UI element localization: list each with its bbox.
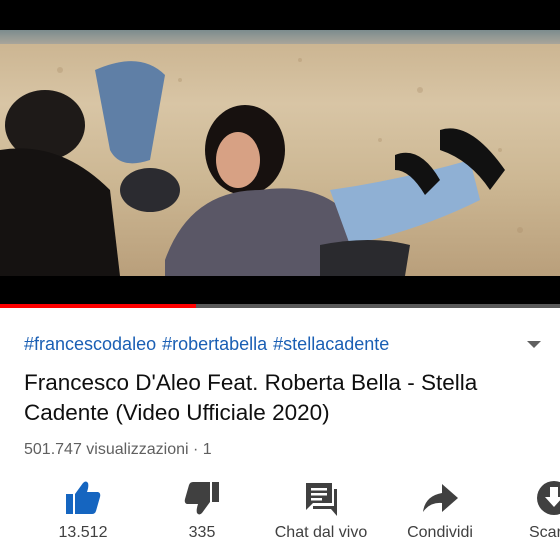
expand-chevron-icon[interactable] — [526, 340, 542, 350]
hashtag-link[interactable]: #francescodaleo — [24, 334, 156, 354]
view-count: 501.747 visualizzazioni — [24, 441, 189, 458]
live-chat-button[interactable]: Chat dal vivo — [265, 478, 377, 542]
thumb-down-icon — [184, 482, 219, 515]
download-icon — [537, 481, 560, 515]
thumb-up-icon — [66, 481, 101, 514]
video-title-line: Francesco D'Aleo Feat. Roberta Bella - S… — [24, 370, 478, 395]
dislike-button[interactable]: 335 — [170, 478, 234, 542]
video-title-line: Cadente (Video Ufficiale 2020) — [24, 400, 330, 425]
video-progress-bar[interactable] — [0, 304, 560, 308]
video-player[interactable] — [0, 0, 560, 308]
video-title[interactable]: Francesco D'Aleo Feat. Roberta Bella - S… — [24, 368, 524, 428]
live-chat-label: Chat dal vivo — [274, 524, 368, 541]
download-label: Scarica — [529, 524, 560, 541]
video-meta: 501.747 visualizzazioni · 1 — [24, 441, 212, 459]
video-progress-fill — [0, 304, 196, 308]
share-icon — [423, 484, 458, 512]
upload-age: 1 — [202, 441, 212, 458]
hashtag-row: #francescodaleo #robertabella #stellacaden… — [24, 334, 395, 355]
dislike-count: 335 — [188, 524, 216, 541]
chat-icon — [306, 483, 337, 516]
meta-separator: · — [188, 441, 203, 458]
action-bar: 13.512 335 Chat dal vivo Condividi Scari… — [0, 478, 560, 560]
hashtag-link[interactable]: #stellacadente — [273, 334, 389, 354]
download-button[interactable]: Scarica — [520, 478, 560, 542]
like-button[interactable]: 13.512 — [40, 478, 126, 542]
video-frame[interactable] — [0, 30, 560, 276]
share-button[interactable]: Condividi — [398, 478, 482, 542]
share-label: Condividi — [407, 524, 473, 541]
hashtag-link[interactable]: #robertabella — [162, 334, 267, 354]
like-count: 13.512 — [58, 524, 108, 541]
video-thumbnail-scene — [0, 58, 523, 276]
